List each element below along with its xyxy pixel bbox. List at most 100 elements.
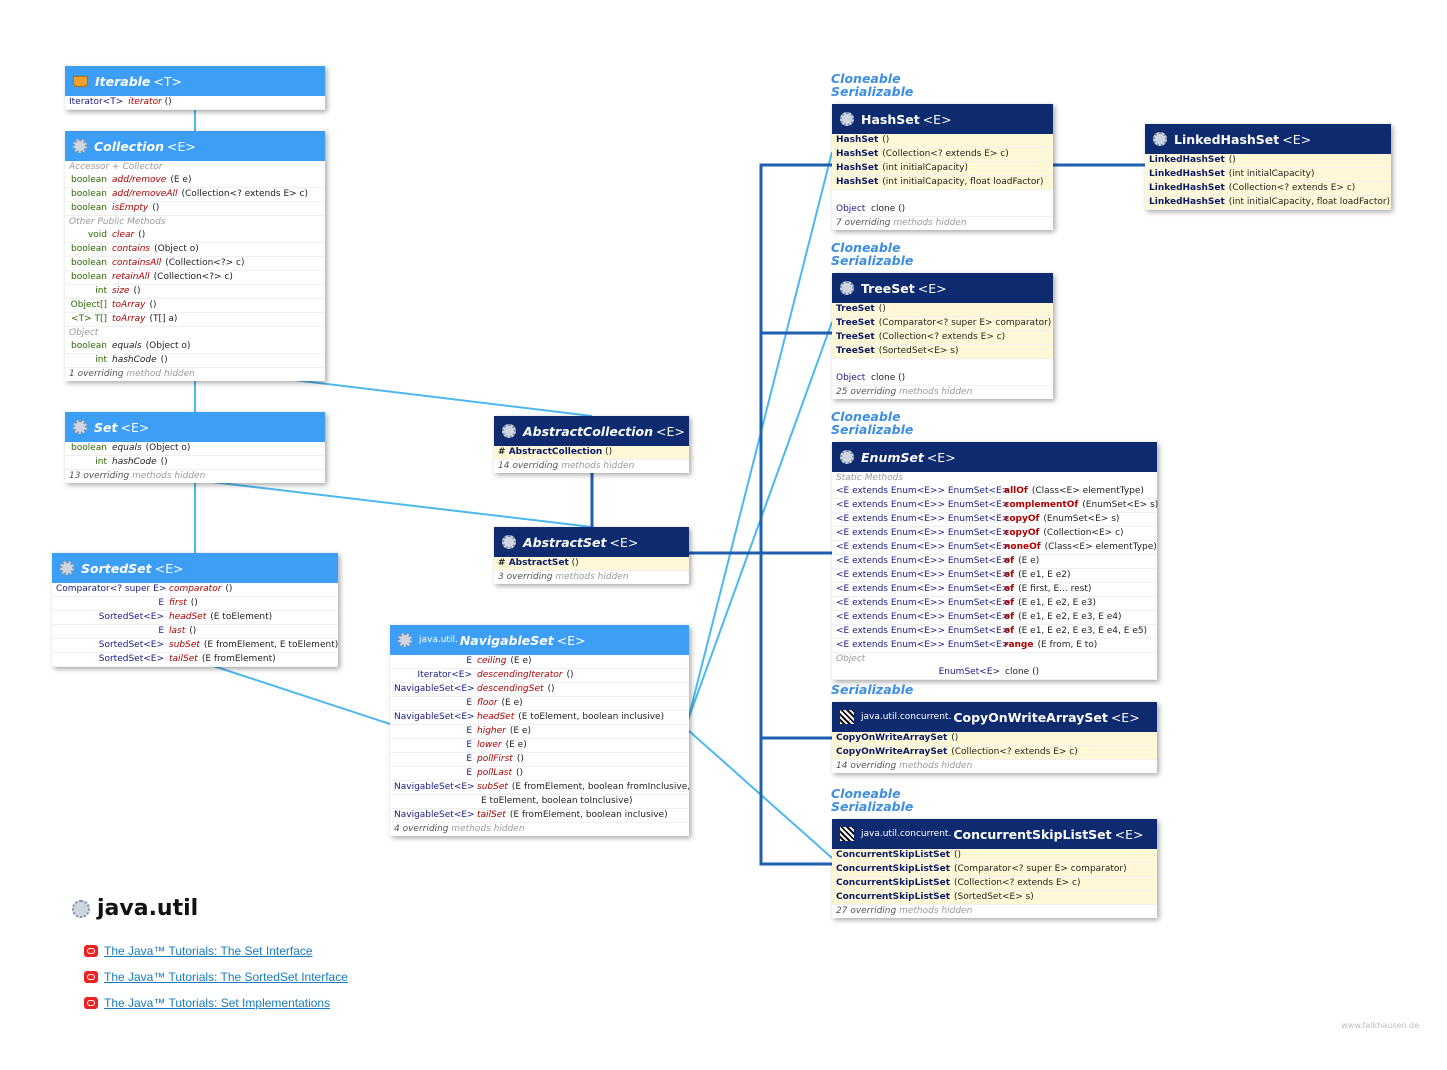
method-name: hashCode	[112, 457, 157, 467]
package-title-text: java.util	[97, 896, 199, 921]
constructor-name: HashSet	[836, 177, 879, 187]
constructor-name: CopyOnWriteArraySet	[836, 733, 948, 743]
section-label: Object	[69, 328, 99, 338]
checkered-icon	[840, 710, 854, 724]
static-method-row: <E extends Enum<E>> EnumSet<E> copyOf (Col…	[832, 527, 1157, 541]
set-rows: boolean equals (Object o) int hashCode()	[65, 442, 325, 470]
treeset-constructors: TreeSet() TreeSet (Comparator<? super E> c…	[832, 303, 1053, 359]
generic-prefix: <E extends Enum<E>> EnumSet<E>	[836, 528, 1010, 538]
return-type: void	[87, 230, 107, 240]
sortedset-rows: Comparator<? super E> comparator() Efirst(…	[52, 583, 338, 667]
method-name: of	[1004, 556, 1015, 566]
footer-note: methods hidden	[132, 471, 206, 481]
method-name: of	[1004, 598, 1015, 608]
method-name: first	[169, 598, 187, 608]
method-name: tailSet	[169, 654, 198, 664]
constructor-row: ConcurrentSkipListSet (Comparator<? super…	[832, 863, 1157, 877]
link-text[interactable]: The Java™ Tutorials: Set Implementations	[104, 996, 330, 1010]
method-args: (E e)	[501, 698, 523, 708]
method-args: ()	[149, 300, 157, 310]
type-param: <E>	[556, 632, 586, 648]
set-header: Set <E>	[65, 412, 325, 442]
method-row: void clear()	[65, 229, 325, 243]
generic-prefix: <E extends Enum<E>> EnumSet<E>	[836, 626, 1010, 636]
return-type: int	[95, 457, 107, 467]
footer-count: 1 overriding	[69, 369, 124, 379]
constructor-name: TreeSet	[836, 346, 875, 356]
constructor-args: (int initialCapacity)	[1228, 169, 1315, 179]
constructor-row: ConcurrentSkipListSet ()	[832, 849, 1157, 863]
overriding-footer: 13 overriding methods hidden	[65, 470, 325, 483]
method-args: (E e)	[509, 726, 531, 736]
method-args: (E toElement)	[210, 612, 273, 622]
constructor-row: HashSet (int initialCapacity)	[832, 162, 1053, 176]
java-cup-icon	[73, 75, 88, 87]
concurrentskiplistset-header: java.util.concurrent. ConcurrentSkipListS…	[832, 819, 1157, 849]
method-name: clone	[871, 204, 896, 214]
method-name: toArray	[112, 314, 146, 324]
method-row: boolean equals (Object o)	[65, 442, 325, 456]
sortedset-header: SortedSet <E>	[52, 553, 338, 583]
tutorial-link-sortedset-interface[interactable]: The Java™ Tutorials: The SortedSet Inter…	[84, 970, 348, 984]
collection-interface-box: Collection <E> Accessor + Collector boole…	[65, 131, 325, 381]
serializable-label: Serializable	[831, 682, 914, 697]
abstractcollection-header: AbstractCollection <E>	[494, 416, 689, 446]
copyonwritearrayset-constructors: CopyOnWriteArraySet() CopyOnWriteArraySet…	[832, 732, 1157, 760]
generic-prefix: <E extends Enum<E>> EnumSet<E>	[836, 556, 1010, 566]
method-row: EpollFirst()	[390, 753, 689, 767]
method-row: Iterator<T> iterator ()	[65, 96, 325, 110]
constructor-row: TreeSet (SortedSet<E> s)	[832, 345, 1053, 359]
return-type: E	[466, 768, 472, 778]
return-type: boolean	[71, 244, 107, 254]
return-type: boolean	[71, 272, 107, 282]
method-args: ()	[190, 598, 198, 608]
tutorial-link-set-interface[interactable]: The Java™ Tutorials: The Set Interface	[84, 944, 313, 958]
method-args: (E e1, E e2, E e3, E e4, E e5)	[1018, 626, 1148, 636]
method-row: Efloor (E e)	[390, 697, 689, 711]
method-name: of	[1004, 584, 1015, 594]
footer-note: methods hidden	[561, 461, 635, 471]
link-text[interactable]: The Java™ Tutorials: The SortedSet Inter…	[104, 970, 348, 984]
generic-prefix: <E extends Enum<E>> EnumSet<E>	[836, 542, 1010, 552]
tutorial-link-set-implementations[interactable]: The Java™ Tutorials: Set Implementations	[84, 996, 330, 1010]
constructor-name: AbstractCollection	[508, 447, 603, 457]
method-name: complementOf	[1004, 500, 1079, 510]
method-row: boolean add/removeAll (Collection<? extend…	[65, 188, 325, 202]
checkered-icon	[840, 827, 854, 841]
overriding-footer: 3 overriding methods hidden	[494, 571, 689, 584]
method-name: of	[1004, 612, 1015, 622]
method-args: ()	[160, 457, 168, 467]
constructor-args: ()	[605, 447, 613, 457]
constructor-args: (Collection<? extends E> c)	[882, 149, 1009, 159]
constructor-args: ()	[954, 850, 962, 860]
method-args: ()	[898, 373, 906, 383]
return-type: SortedSet<E>	[98, 654, 164, 664]
static-method-row: <E extends Enum<E>> EnumSet<E> allOf (Clas…	[832, 485, 1157, 499]
method-name: equals	[112, 443, 142, 453]
link-text[interactable]: The Java™ Tutorials: The Set Interface	[104, 944, 313, 958]
abstractset-header: AbstractSet <E>	[494, 527, 689, 557]
treeset-interfaces-label: Cloneable Serializable	[831, 241, 913, 267]
constructor-name: LinkedHashSet	[1149, 155, 1225, 165]
method-args: (E fromElement)	[201, 654, 276, 664]
method-row: SortedSet<E> tailSet (E fromElement)	[52, 653, 338, 667]
oracle-icon	[84, 997, 98, 1009]
collection-object-rows: boolean equals (Object o) int hashCode()	[65, 340, 325, 368]
set-title: Set	[94, 419, 118, 435]
method-name: clear	[112, 230, 135, 240]
static-method-row: <E extends Enum<E>> EnumSet<E> of (E e1, E…	[832, 569, 1157, 583]
type-param: <E>	[166, 138, 196, 154]
constructor-args: ()	[1228, 155, 1236, 165]
method-name: copyOf	[1004, 514, 1040, 524]
method-name: copyOf	[1004, 528, 1040, 538]
return-type: boolean	[71, 203, 107, 213]
constructor-name: HashSet	[836, 149, 879, 159]
method-args: (T[] a)	[149, 314, 178, 324]
set-interface-box: Set <E> boolean equals (Object o) int hashCod…	[65, 412, 325, 483]
constructor-args: (int initialCapacity, float loadFactor)	[882, 177, 1044, 187]
method-args: ()	[133, 286, 141, 296]
return-type: boolean	[71, 189, 107, 199]
method-args: ()	[547, 684, 555, 694]
constructor-args: (Collection<? extends E> c)	[951, 747, 1078, 757]
method-name: equals	[112, 341, 142, 351]
